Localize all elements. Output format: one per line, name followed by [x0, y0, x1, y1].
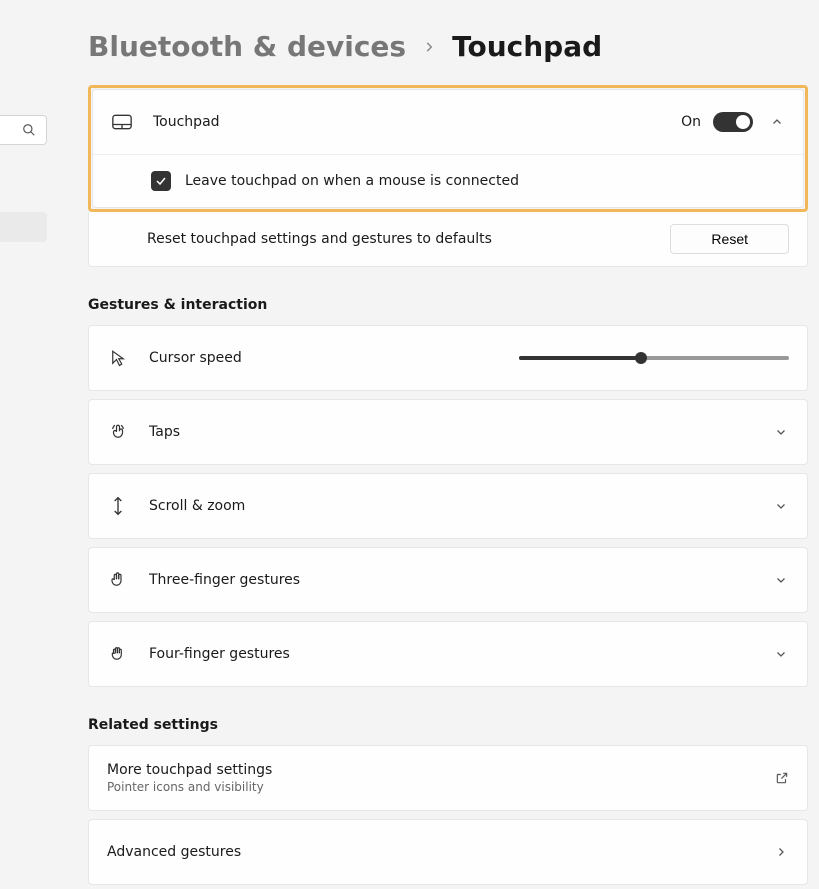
cursor-speed-label: Cursor speed: [149, 350, 519, 366]
chevron-down-icon: [775, 648, 789, 660]
touchpad-toggle[interactable]: [713, 112, 753, 132]
chevron-up-icon[interactable]: [771, 116, 785, 128]
scroll-zoom-label: Scroll & zoom: [149, 498, 757, 514]
three-finger-row[interactable]: Three-finger gestures: [89, 548, 807, 612]
touchpad-toggle-row[interactable]: Touchpad On: [93, 90, 803, 154]
reset-row: Reset touchpad settings and gestures to …: [88, 212, 808, 267]
reset-button[interactable]: Reset: [670, 224, 789, 254]
taps-label: Taps: [149, 424, 757, 440]
sidebar-search-stub[interactable]: [0, 115, 47, 145]
cursor-icon: [107, 349, 129, 367]
related-section-header: Related settings: [88, 717, 808, 733]
external-link-icon: [775, 771, 789, 785]
chevron-down-icon: [775, 426, 789, 438]
touchpad-icon: [111, 114, 133, 130]
three-finger-label: Three-finger gestures: [149, 572, 757, 588]
scroll-icon: [107, 496, 129, 516]
leave-touchpad-on-label: Leave touchpad on when a mouse is connec…: [185, 173, 519, 189]
chevron-right-icon: [775, 846, 789, 858]
tap-icon: [107, 423, 129, 441]
scroll-zoom-row[interactable]: Scroll & zoom: [89, 474, 807, 538]
chevron-down-icon: [775, 500, 789, 512]
chevron-right-icon: [422, 40, 436, 54]
hand-three-icon: [107, 571, 129, 589]
breadcrumb: Bluetooth & devices Touchpad: [88, 30, 808, 63]
advanced-gestures-row[interactable]: Advanced gestures: [89, 820, 807, 884]
leave-touchpad-on-checkbox[interactable]: [151, 171, 171, 191]
gestures-section-header: Gestures & interaction: [88, 297, 808, 313]
taps-row[interactable]: Taps: [89, 400, 807, 464]
cursor-speed-row: Cursor speed: [89, 326, 807, 390]
more-touchpad-settings-sub: Pointer icons and visibility: [107, 780, 757, 794]
touchpad-title: Touchpad: [153, 114, 681, 130]
reset-label: Reset touchpad settings and gestures to …: [147, 231, 670, 247]
search-icon: [22, 123, 36, 137]
sidebar-active-item-stub[interactable]: [0, 212, 47, 242]
touchpad-toggle-state: On: [681, 114, 701, 130]
more-touchpad-settings-title: More touchpad settings: [107, 762, 757, 778]
four-finger-label: Four-finger gestures: [149, 646, 757, 662]
leave-touchpad-on-row[interactable]: Leave touchpad on when a mouse is connec…: [93, 154, 803, 207]
more-touchpad-settings-row[interactable]: More touchpad settings Pointer icons and…: [89, 746, 807, 810]
breadcrumb-current: Touchpad: [452, 30, 602, 63]
hand-four-icon: [107, 645, 129, 663]
cursor-speed-slider[interactable]: [519, 356, 789, 360]
breadcrumb-parent[interactable]: Bluetooth & devices: [88, 30, 406, 63]
chevron-down-icon: [775, 574, 789, 586]
touchpad-card-highlight: Touchpad On Leave touchpad on when a mou…: [88, 85, 808, 212]
four-finger-row[interactable]: Four-finger gestures: [89, 622, 807, 686]
advanced-gestures-title: Advanced gestures: [107, 844, 757, 860]
